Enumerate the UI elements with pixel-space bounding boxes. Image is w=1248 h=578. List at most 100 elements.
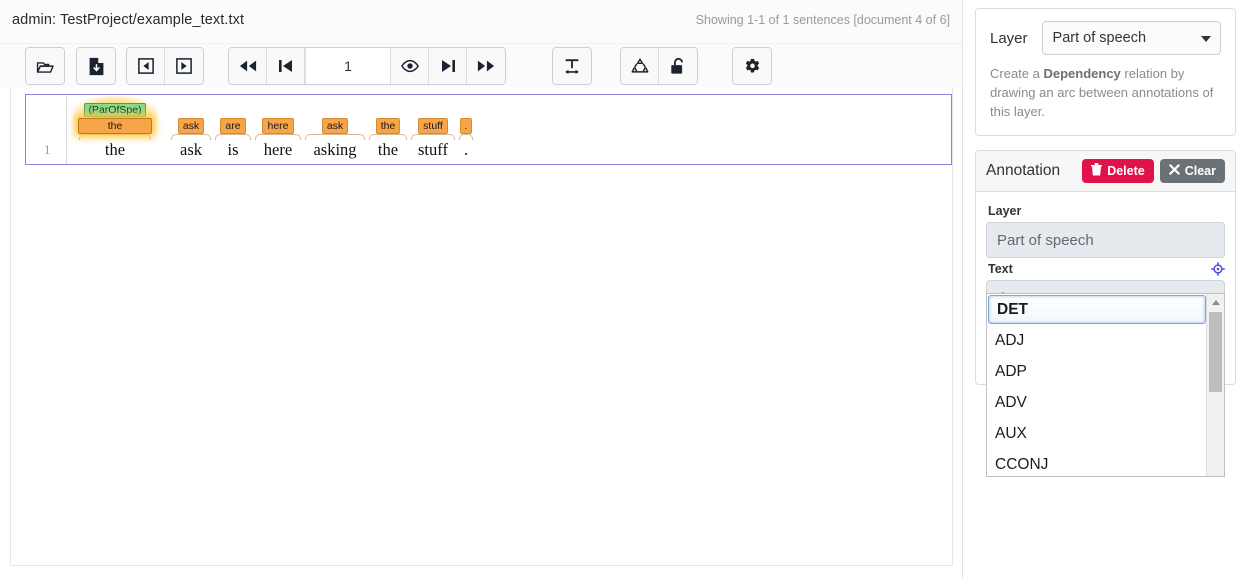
- last-page-button[interactable]: [467, 48, 505, 84]
- chevron-down-icon: [1201, 36, 1211, 42]
- text-width-icon: [563, 58, 581, 75]
- folder-open-icon: [36, 57, 55, 76]
- settings-button[interactable]: [733, 48, 771, 84]
- annotation-box[interactable]: .: [460, 118, 473, 134]
- page-number-input[interactable]: 1: [305, 48, 391, 84]
- fit-width-button[interactable]: [553, 48, 591, 84]
- toolbar-group-document-nav: [126, 47, 204, 85]
- scrollbar-thumb[interactable]: [1209, 312, 1222, 392]
- token[interactable]: ask asking: [304, 116, 366, 160]
- next-document-button[interactable]: [165, 48, 203, 84]
- token-word: ask: [170, 140, 212, 160]
- recycle-button[interactable]: [621, 48, 659, 84]
- crosshair-target-icon[interactable]: [1211, 262, 1225, 276]
- export-document-button[interactable]: [77, 48, 115, 84]
- layer-select-value: Part of speech: [1053, 30, 1147, 46]
- token[interactable]: the the: [368, 116, 408, 160]
- row-divider: [66, 95, 67, 164]
- upos-option-cconj[interactable]: CCONJ: [987, 449, 1207, 477]
- showing-info: Showing 1-1 of 1 sentences [document 4 o…: [696, 13, 950, 27]
- open-document-button[interactable]: [26, 48, 64, 84]
- toolbar-group-settings: [732, 47, 772, 85]
- sentence-row-number: 1: [44, 142, 51, 158]
- editor-header: admin: TestProject/example_text.txt Show…: [0, 0, 962, 44]
- previous-page-button[interactable]: [267, 48, 305, 84]
- annotation-box[interactable]: the: [376, 118, 401, 134]
- token-word: the: [78, 140, 152, 160]
- token-word: asking: [304, 140, 366, 160]
- toolbar-group-page-nav: 1: [228, 47, 506, 85]
- caret-left-box-icon: [138, 58, 154, 74]
- scroll-up-button[interactable]: [1207, 294, 1224, 310]
- delete-button[interactable]: Delete: [1082, 159, 1154, 183]
- toolbar-group-open: [25, 47, 65, 85]
- annotation-box[interactable]: ask: [178, 118, 204, 134]
- annotation-panel: Annotation Delete: [975, 150, 1236, 385]
- sentence-canvas: 1 (ParOfSpe) the the: [10, 88, 953, 566]
- toolbar-group-export: [76, 47, 116, 85]
- layer-help-text: Create a Dependency relation by drawing …: [990, 64, 1221, 121]
- upos-option-det[interactable]: DET: [988, 295, 1206, 324]
- layer-panel: Layer Part of speech Create a Dependency…: [975, 8, 1236, 136]
- step-forward-icon: [441, 59, 455, 73]
- token-word: .: [458, 140, 474, 160]
- annotation-box[interactable]: are: [220, 118, 245, 134]
- gear-icon: [744, 58, 761, 75]
- layer-select[interactable]: Part of speech: [1042, 21, 1221, 55]
- annotation-panel-body: Layer Part of speech Text the: [976, 192, 1235, 384]
- first-page-button[interactable]: [229, 48, 267, 84]
- token[interactable]: here here: [254, 116, 302, 160]
- annotation-box[interactable]: ask: [322, 118, 348, 134]
- unlock-button[interactable]: [659, 48, 697, 84]
- token-word: the: [368, 140, 408, 160]
- layer-field-value: Part of speech: [986, 222, 1225, 258]
- eye-icon: [401, 59, 419, 73]
- upos-option-adp[interactable]: ADP: [987, 356, 1207, 387]
- upos-option-list: DET ADJ ADP ADV AUX CCONJ: [987, 294, 1207, 476]
- toolbar-group-state: [620, 47, 698, 85]
- token-word: here: [254, 140, 302, 160]
- delete-button-label: Delete: [1107, 164, 1145, 178]
- toolbar: 1: [0, 44, 962, 88]
- token[interactable]: ask ask: [170, 116, 212, 160]
- layer-help-prefix: Create a: [990, 66, 1043, 81]
- layer-selector-row: Layer Part of speech: [990, 21, 1221, 55]
- layer-tag: (ParOfSpe): [84, 103, 145, 117]
- sentence-row[interactable]: 1 (ParOfSpe) the the: [25, 94, 952, 165]
- token[interactable]: are is: [214, 116, 252, 160]
- previous-document-button[interactable]: [127, 48, 165, 84]
- annotation-box[interactable]: here: [262, 118, 293, 134]
- upos-option-adv[interactable]: ADV: [987, 387, 1207, 418]
- editor-pane: admin: TestProject/example_text.txt Show…: [0, 0, 963, 578]
- upos-dropdown-scrollbar[interactable]: [1206, 294, 1224, 476]
- clear-button[interactable]: Clear: [1160, 159, 1225, 183]
- annotation-editor-app: admin: TestProject/example_text.txt Show…: [0, 0, 1248, 578]
- token[interactable]: . .: [458, 116, 474, 160]
- token-annotation-stack: (ParOfSpe) the: [78, 100, 152, 134]
- fast-forward-icon: [477, 59, 495, 73]
- trash-icon: [1091, 163, 1102, 179]
- toolbar-group-fit: [552, 47, 592, 85]
- sidebar: Layer Part of speech Create a Dependency…: [963, 0, 1248, 578]
- token[interactable]: stuff stuff: [410, 116, 456, 160]
- upos-dropdown-list[interactable]: DET ADJ ADP ADV AUX CCONJ: [986, 293, 1225, 477]
- annotation-box[interactable]: the: [78, 118, 152, 134]
- layer-field-label: Layer: [988, 204, 1225, 218]
- clear-button-label: Clear: [1185, 164, 1216, 178]
- page-title: admin: TestProject/example_text.txt: [12, 12, 244, 28]
- annotation-box[interactable]: stuff: [418, 118, 448, 134]
- toggle-visibility-button[interactable]: [391, 48, 429, 84]
- file-download-icon: [88, 57, 105, 76]
- caret-right-box-icon: [176, 58, 192, 74]
- token-word: is: [214, 140, 252, 160]
- next-page-button[interactable]: [429, 48, 467, 84]
- upos-option-adj[interactable]: ADJ: [987, 325, 1207, 356]
- annotation-panel-title: Annotation: [986, 162, 1082, 180]
- fast-backward-icon: [239, 59, 257, 73]
- token[interactable]: (ParOfSpe) the the: [78, 100, 152, 160]
- step-backward-icon: [279, 59, 293, 73]
- upos-option-aux[interactable]: AUX: [987, 418, 1207, 449]
- annotation-panel-header: Annotation Delete: [976, 151, 1235, 192]
- recycle-icon: [631, 57, 649, 75]
- token-word: stuff: [410, 140, 456, 160]
